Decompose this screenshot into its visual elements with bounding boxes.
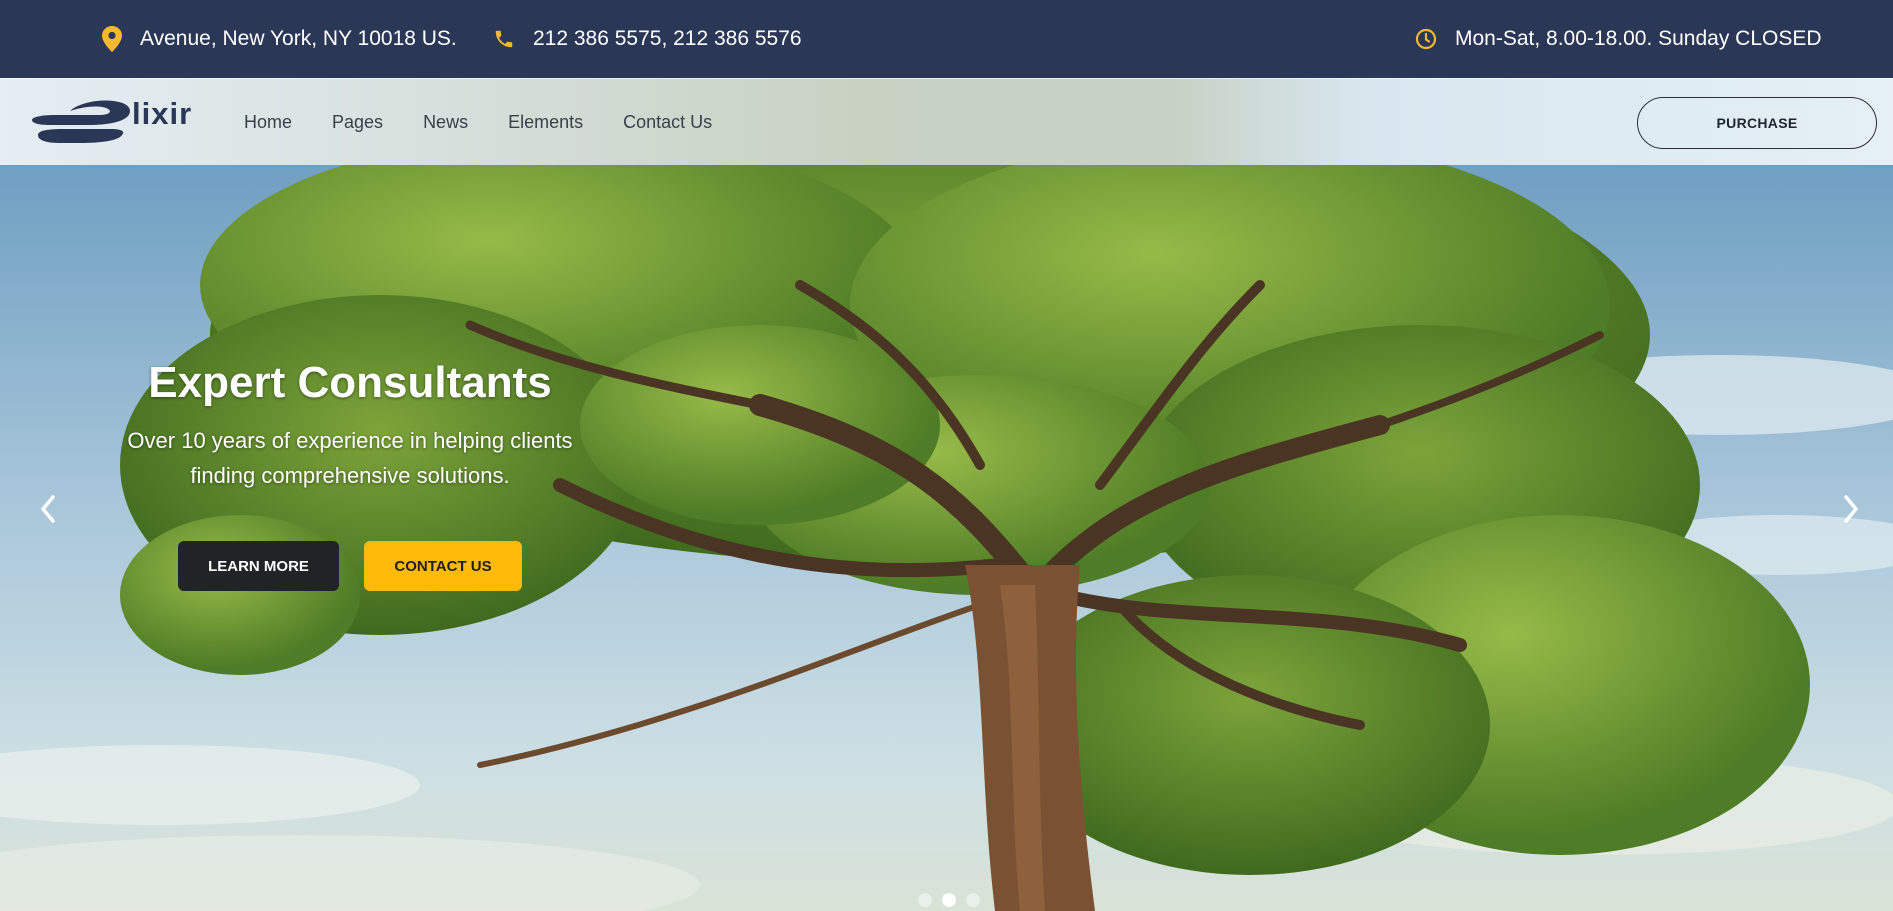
top-info-bar: Avenue, New York, NY 10018 US. 212 386 5… [0, 0, 1893, 78]
main-nav: Home Pages News Elements Contact Us [244, 79, 712, 166]
phone-icon [493, 27, 515, 51]
clock-icon [1415, 28, 1437, 50]
nav-news[interactable]: News [423, 112, 468, 133]
logo-mark-icon [32, 100, 130, 143]
logo[interactable]: lixir [30, 93, 210, 151]
address-item: Avenue, New York, NY 10018 US. [102, 0, 457, 78]
site-header: lixir Home Pages News Elements Contact U… [0, 78, 1893, 165]
logo-wordmark: lixir [132, 96, 193, 131]
hero-title: Expert Consultants [148, 358, 552, 407]
nav-contact-us[interactable]: Contact Us [623, 112, 712, 133]
slider-dot-active[interactable] [942, 893, 956, 907]
contact-us-button[interactable]: CONTACT US [364, 541, 522, 591]
chevron-right-icon [1844, 495, 1858, 523]
address-text: Avenue, New York, NY 10018 US. [140, 27, 457, 50]
hero-slider: Expert Consultants Over 10 years of expe… [0, 165, 1893, 911]
slider-dot[interactable] [966, 893, 980, 907]
hero-tree-image [0, 165, 1893, 911]
phone-item: 212 386 5575, 212 386 5576 [493, 0, 802, 78]
nav-elements[interactable]: Elements [508, 112, 583, 133]
slider-pagination [918, 893, 980, 907]
hours-item: Mon-Sat, 8.00-18.00. Sunday CLOSED [1415, 0, 1822, 78]
slider-dot[interactable] [918, 893, 932, 907]
chevron-left-icon [41, 495, 55, 523]
hours-text: Mon-Sat, 8.00-18.00. Sunday CLOSED [1455, 27, 1822, 50]
hero-subtitle: Over 10 years of experience in helping c… [127, 428, 573, 488]
slider-prev-button[interactable] [30, 487, 66, 531]
hero-caption: Expert Consultants Over 10 years of expe… [112, 355, 588, 493]
phone-text: 212 386 5575, 212 386 5576 [533, 27, 802, 50]
learn-more-button[interactable]: LEARN MORE [178, 541, 339, 591]
slider-next-button[interactable] [1833, 487, 1869, 531]
purchase-button[interactable]: PURCHASE [1637, 97, 1877, 149]
nav-pages[interactable]: Pages [332, 112, 383, 133]
nav-home[interactable]: Home [244, 112, 292, 133]
map-pin-icon [102, 26, 122, 52]
